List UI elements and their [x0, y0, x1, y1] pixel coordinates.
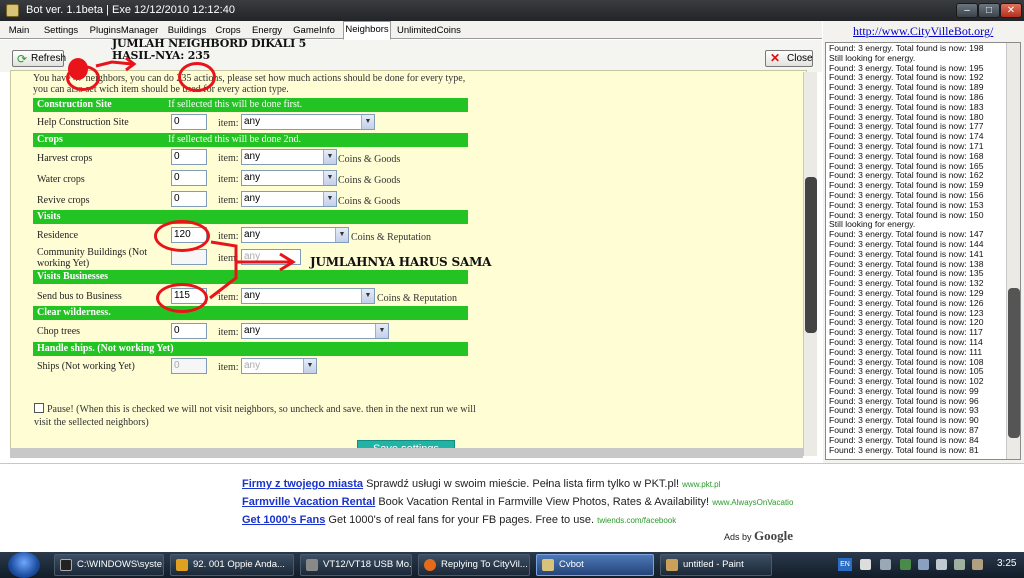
taskbar-item-cmd[interactable]: C:\WINDOWS\syste...	[54, 554, 164, 576]
help-icon[interactable]	[860, 559, 871, 570]
tray-arrow-icon[interactable]	[880, 559, 891, 570]
log-listbox[interactable]: Found: 3 energy. Total found is now: 198…	[825, 42, 1021, 460]
ad-item[interactable]: Get 1000's Fans Get 1000's of real fans …	[242, 514, 676, 526]
app-icon	[542, 559, 554, 571]
firefox-icon	[424, 559, 436, 571]
paint-icon	[666, 559, 678, 571]
log-panel: http://www.CityVilleBot.org/ Found: 3 en…	[823, 21, 1024, 463]
tray-icon[interactable]	[972, 559, 983, 570]
log-line: Found: 3 energy. Total found is now: 81	[829, 444, 979, 455]
volume-icon[interactable]	[936, 559, 947, 570]
ad-item[interactable]: Firmy z twojego miasta Sprawdź usługi w …	[242, 478, 720, 490]
taskbar-item-cvbot[interactable]: Cvbot	[536, 554, 654, 576]
bluetooth-icon[interactable]	[918, 559, 929, 570]
console-icon	[60, 559, 72, 571]
annotation-middle-note: JUMLAHNYA HARUS SAMA	[310, 255, 492, 269]
ads-area: Firmy z twojego miasta Sprawdź usługi w …	[0, 463, 1024, 552]
device-icon	[306, 559, 318, 571]
language-indicator[interactable]: EN	[838, 558, 852, 571]
network-icon[interactable]	[900, 559, 911, 570]
annotation-circle-bus	[156, 283, 208, 313]
ad-item[interactable]: Farmville Vacation Rental Book Vacation …	[242, 496, 793, 508]
log-scroll-thumb[interactable]	[1008, 288, 1020, 438]
taskbar-item-music[interactable]: 92. 001 Oppie Anda...	[170, 554, 294, 576]
taskbar-item-paint[interactable]: untitled - Paint	[660, 554, 772, 576]
taskbar-item-browser[interactable]: Replying To CityVil...	[418, 554, 530, 576]
start-button[interactable]	[8, 552, 40, 578]
website-link[interactable]: http://www.CityVilleBot.org/	[853, 24, 993, 39]
log-lines: Found: 3 energy. Total found is now: 198…	[829, 43, 1005, 455]
taskbar: C:\WINDOWS\syste... 92. 001 Oppie Anda..…	[0, 552, 1024, 578]
ads-by-google[interactable]: Ads by Google	[724, 528, 793, 544]
log-scrollbar[interactable]	[1006, 43, 1020, 459]
tray-icon[interactable]	[954, 559, 965, 570]
bot-window: Bot ver. 1.1beta | Exe 12/12/2010 12:12:…	[0, 0, 1024, 552]
clock[interactable]: 3:25	[997, 558, 1016, 569]
system-tray: EN 3:25	[832, 552, 1024, 578]
annotation-circle-residence	[154, 220, 210, 252]
taskbar-item-usb[interactable]: VT12/VT18 USB Mo...	[300, 554, 412, 576]
music-icon	[176, 559, 188, 571]
